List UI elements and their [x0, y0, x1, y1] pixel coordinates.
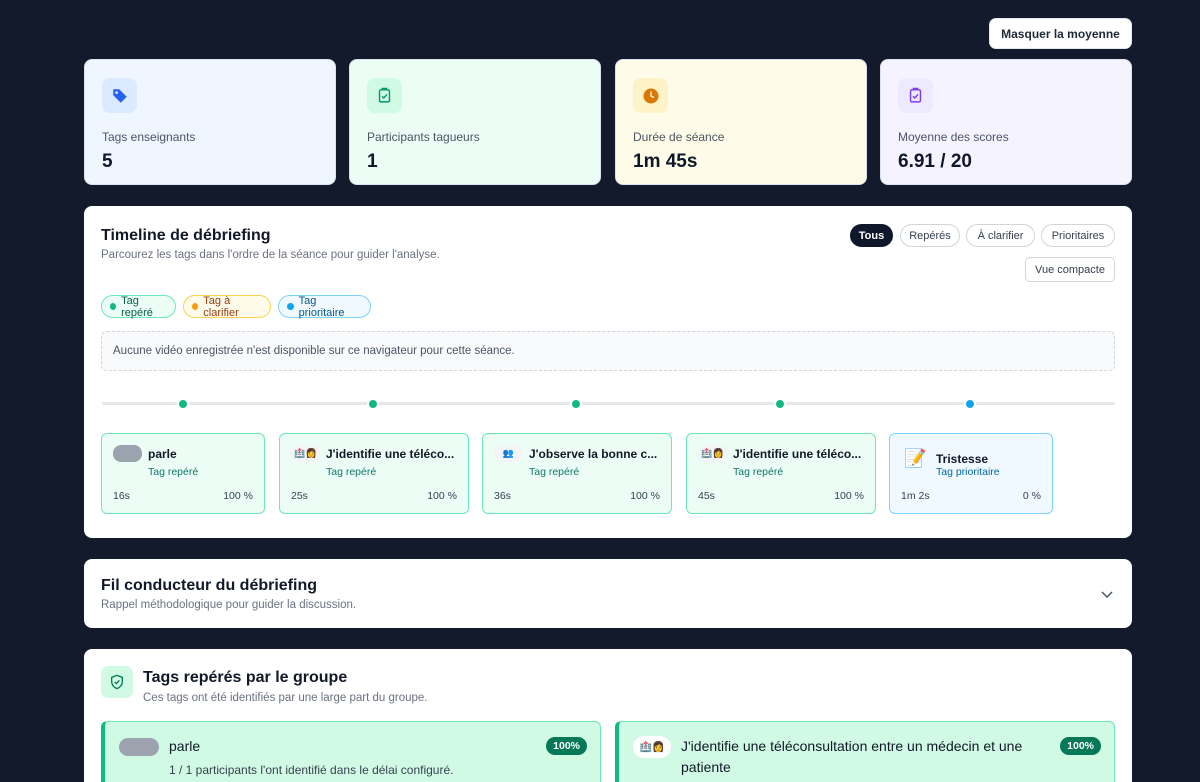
tag-percent: 100 % [223, 490, 253, 502]
tag-thumbnail [119, 738, 159, 756]
group-tag-card[interactable]: parle 1 / 1 participants l'ont identifié… [101, 721, 601, 782]
stat-value: 1 [367, 151, 378, 172]
group-tags-title: Tags repérés par le groupe [143, 669, 348, 686]
stat-label: Durée de séance [633, 130, 725, 144]
stat-value: 6.91 / 20 [898, 151, 972, 172]
legend-label: Tag repéré [121, 294, 153, 319]
legend-label: Tag prioritaire [298, 294, 345, 319]
tag-thumbnail: 📝 [904, 448, 927, 468]
stat-card-average-score: Moyenne des scores 6.91 / 20 [880, 59, 1132, 185]
timeline-tag-card[interactable]: 📝 Tristesse Tag prioritaire 1m 2s 0 % [889, 433, 1053, 514]
timeline-tag-card[interactable]: 👥 J'observe la bonne c... Tag repéré 36s… [482, 433, 672, 514]
stat-value: 5 [102, 151, 113, 172]
percent-badge: 100% [546, 737, 587, 755]
shield-check-icon [101, 666, 133, 698]
stat-card-duration: Durée de séance 1m 45s [615, 59, 867, 185]
toggle-average-button[interactable]: Masquer la moyenne [989, 18, 1132, 49]
legend-to-clarify: Tag à clarifier [183, 294, 271, 319]
no-video-message: Aucune vidéo enregistrée n'est disponibl… [101, 331, 1115, 371]
clock-icon [633, 78, 668, 113]
stat-label: Participants tagueurs [367, 130, 480, 144]
tag-title: parle [148, 446, 177, 461]
tag-title: Tristesse [936, 451, 989, 466]
tag-percent: 100 % [630, 490, 660, 502]
stat-card-participants: Participants tagueurs 1 [349, 59, 601, 185]
tag-title: J'identifie une téléco... [326, 446, 455, 461]
group-tag-title: parle [169, 738, 201, 754]
timeline-tag-card[interactable]: 🏥👩 J'identifie une téléco... Tag repéré … [279, 433, 469, 514]
stat-card-teacher-tags: Tags enseignants 5 [84, 59, 336, 185]
timeline-subtitle: Parcourez les tags dans l'ordre de la sé… [101, 249, 440, 261]
guide-subtitle: Rappel méthodologique pour guider la dis… [101, 599, 357, 611]
clipboard-check-icon [898, 78, 933, 113]
timeline-marker[interactable] [570, 398, 582, 410]
percent-badge: 100% [1060, 737, 1101, 755]
compact-view-button[interactable]: Vue compacte [1025, 257, 1115, 282]
stat-value: 1m 45s [633, 151, 698, 172]
filter-priority[interactable]: Prioritaires [1041, 224, 1115, 247]
tag-time: 45s [698, 490, 715, 502]
timeline-marker[interactable] [367, 398, 379, 410]
tag-percent: 100 % [834, 490, 864, 502]
legend-dot [287, 303, 294, 310]
tag-percent: 100 % [427, 490, 457, 502]
tag-time: 25s [291, 490, 308, 502]
timeline-card: Timeline de débriefing Parcourez les tag… [84, 206, 1132, 538]
legend-dot [192, 303, 199, 310]
clipboard-check-icon [367, 78, 402, 113]
tag-thumbnail: 🏥👩 [633, 736, 671, 758]
tag-kind: Tag repéré [326, 466, 377, 478]
tag-title: J'observe la bonne c... [529, 446, 658, 461]
group-tags-subtitle: Ces tags ont été identifiés par une larg… [143, 692, 428, 704]
stat-label: Tags enseignants [102, 130, 196, 144]
group-tag-title: J'identifie une téléconsultation entre u… [681, 738, 1023, 775]
timeline-tag-card[interactable]: parle Tag repéré 16s 100 % [101, 433, 265, 514]
debrief-guide-card[interactable]: Fil conducteur du débriefing Rappel méth… [84, 559, 1132, 628]
timeline-marker[interactable] [177, 398, 189, 410]
tag-thumbnail [113, 445, 142, 462]
tag-time: 36s [494, 490, 511, 502]
stat-label: Moyenne des scores [898, 130, 1009, 144]
tag-kind: Tag repéré [148, 466, 199, 478]
group-tag-card[interactable]: 🏥👩 J'identifie une téléconsultation entr… [615, 721, 1115, 782]
chevron-down-icon[interactable] [1101, 588, 1113, 600]
group-tags-card: Tags repérés par le groupe Ces tags ont … [84, 649, 1132, 782]
tag-icon [102, 78, 137, 113]
filter-to-clarify[interactable]: À clarifier [966, 224, 1035, 247]
tag-thumbnail: 👥 [494, 445, 523, 462]
tag-time: 16s [113, 490, 130, 502]
filter-spotted[interactable]: Repérés [900, 224, 960, 247]
timeline-title: Timeline de débriefing [101, 227, 271, 244]
group-tag-detail: 1 / 1 participants l'ont identifié dans … [169, 763, 454, 777]
tag-time: 1m 2s [901, 490, 930, 502]
legend-dot [110, 303, 117, 310]
legend-label: Tag à clarifier [203, 294, 239, 319]
filter-all[interactable]: Tous [850, 224, 893, 247]
tag-kind: Tag prioritaire [936, 466, 1000, 478]
tag-thumbnail: 🏥👩 [291, 445, 320, 462]
legend-priority: Tag prioritaire [278, 294, 371, 319]
timeline-marker[interactable] [774, 398, 786, 410]
tag-kind: Tag repéré [529, 466, 580, 478]
tag-thumbnail: 🏥👩 [698, 445, 727, 462]
tag-kind: Tag repéré [733, 466, 784, 478]
guide-title: Fil conducteur du débriefing [101, 577, 317, 594]
legend-spotted: Tag repéré [101, 294, 176, 319]
tag-percent: 0 % [1022, 490, 1041, 502]
timeline-tag-card[interactable]: 🏥👩 J'identifie une téléco... Tag repéré … [686, 433, 876, 514]
timeline-marker[interactable] [964, 398, 976, 410]
tag-title: J'identifie une téléco... [733, 446, 862, 461]
